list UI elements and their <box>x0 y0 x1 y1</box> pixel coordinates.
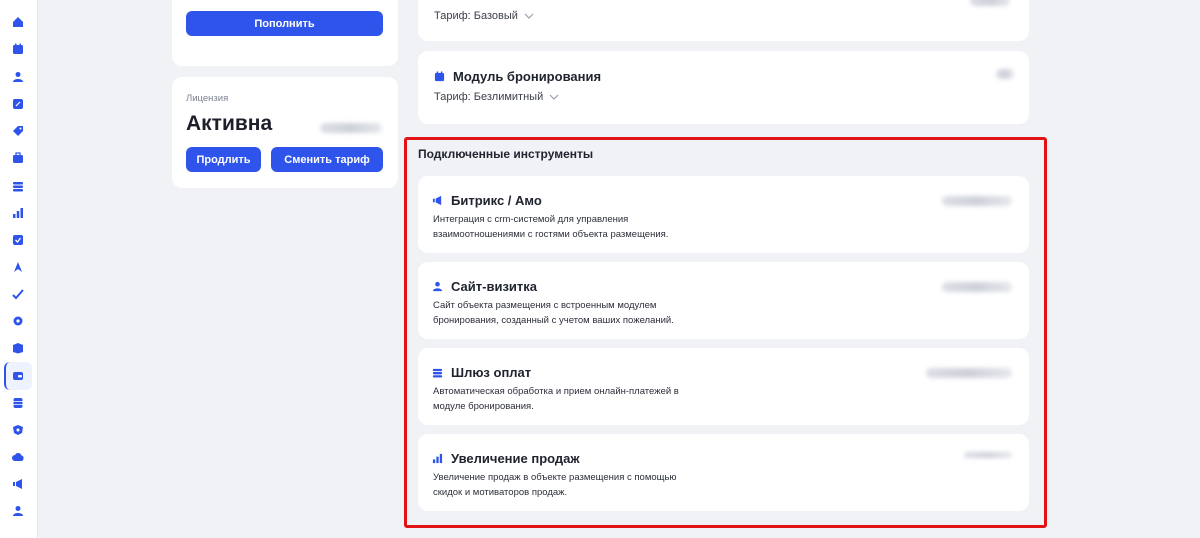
module-card-base: Тариф: Базовый <box>418 0 1029 41</box>
tariff-label: Тариф: Базовый <box>434 10 518 22</box>
calendar-icon <box>434 71 445 82</box>
tool-title-text: Битрикс / Амо <box>451 193 542 208</box>
extend-button[interactable]: Продлить <box>186 147 261 172</box>
megaphone-icon <box>432 195 442 206</box>
tool-description: Сайт объекта размещения с встроенным мод… <box>433 300 674 326</box>
tariff-select-booking[interactable]: Тариф: Безлимитный <box>434 91 559 103</box>
tool-title-text: Шлюз оплат <box>451 365 532 380</box>
user-icon[interactable] <box>10 69 26 85</box>
profile-icon[interactable] <box>10 503 26 519</box>
bar-chart-icon <box>432 453 443 464</box>
home-icon[interactable] <box>10 14 26 30</box>
gear-icon[interactable] <box>10 313 26 329</box>
module-title: Модуль бронирования <box>434 69 601 84</box>
tool-title-text: Сайт-визитка <box>451 279 538 294</box>
topup-button[interactable]: Пополнить <box>186 11 383 36</box>
checkbox-icon[interactable] <box>10 232 26 248</box>
database-icon[interactable] <box>10 395 26 411</box>
stack-icon[interactable] <box>10 178 26 194</box>
tool-description: Интеграция с crm-системой для управления… <box>433 214 669 240</box>
tariff-select-base[interactable]: Тариф: Базовый <box>434 10 534 22</box>
tool-title: Битрикс / Амо <box>432 193 542 208</box>
tools-heading: Подключенные инструменты <box>418 147 594 161</box>
rocket-icon[interactable] <box>10 259 26 275</box>
calendar-icon[interactable] <box>10 41 26 57</box>
module-price-blurred <box>996 69 1014 79</box>
tool-price-blurred <box>926 368 1012 378</box>
sidebar <box>0 0 38 538</box>
module-price-blurred <box>970 0 1010 6</box>
box-icon[interactable] <box>10 340 26 356</box>
check-icon[interactable] <box>10 286 26 302</box>
cloud-icon[interactable] <box>10 449 26 465</box>
change-tariff-button[interactable]: Сменить тариф <box>271 147 383 172</box>
briefcase-icon[interactable] <box>10 150 26 166</box>
tool-card-payments[interactable]: Шлюз оплат Автоматическая обработка и пр… <box>418 348 1029 425</box>
tool-price-blurred <box>964 452 1012 458</box>
tool-price-blurred <box>942 196 1012 206</box>
balance-card: Пополнить <box>172 0 398 66</box>
tool-card-website[interactable]: Сайт-визитка Сайт объекта размещения с в… <box>418 262 1029 339</box>
license-card: Лицензия Активна Продлить Сменить тариф <box>172 77 398 188</box>
tool-description: Автоматическая обработка и прием онлайн-… <box>433 386 679 412</box>
tool-title: Шлюз оплат <box>432 365 531 380</box>
license-caption: Лицензия <box>186 93 229 104</box>
license-status: Активна <box>186 112 273 135</box>
bar-chart-icon[interactable] <box>10 205 26 221</box>
wallet-icon[interactable] <box>10 368 26 384</box>
chevron-down-icon <box>524 13 534 19</box>
tariff-label: Тариф: Безлимитный <box>434 91 544 103</box>
chevron-down-icon <box>549 94 559 100</box>
percent-icon[interactable] <box>10 96 26 112</box>
user-icon <box>432 281 443 292</box>
module-title-text: Модуль бронирования <box>453 69 602 84</box>
shield-icon[interactable] <box>10 422 26 438</box>
tool-price-blurred <box>942 282 1012 292</box>
tool-title: Сайт-визитка <box>432 279 537 294</box>
megaphone-icon[interactable] <box>10 476 26 492</box>
tool-description: Увеличение продаж в объекте размещения с… <box>433 472 677 498</box>
tool-card-sales[interactable]: Увеличение продаж Увеличение продаж в об… <box>418 434 1029 511</box>
stack-icon <box>432 368 443 378</box>
tool-title-text: Увеличение продаж <box>451 451 580 466</box>
tag-icon[interactable] <box>10 123 26 139</box>
license-expiry-blurred <box>320 123 382 133</box>
module-card-booking: Модуль бронирования Тариф: Безлимитный <box>418 51 1029 124</box>
tool-title: Увеличение продаж <box>432 451 580 466</box>
tool-card-bitrix[interactable]: Битрикс / Амо Интеграция с crm-системой … <box>418 176 1029 253</box>
